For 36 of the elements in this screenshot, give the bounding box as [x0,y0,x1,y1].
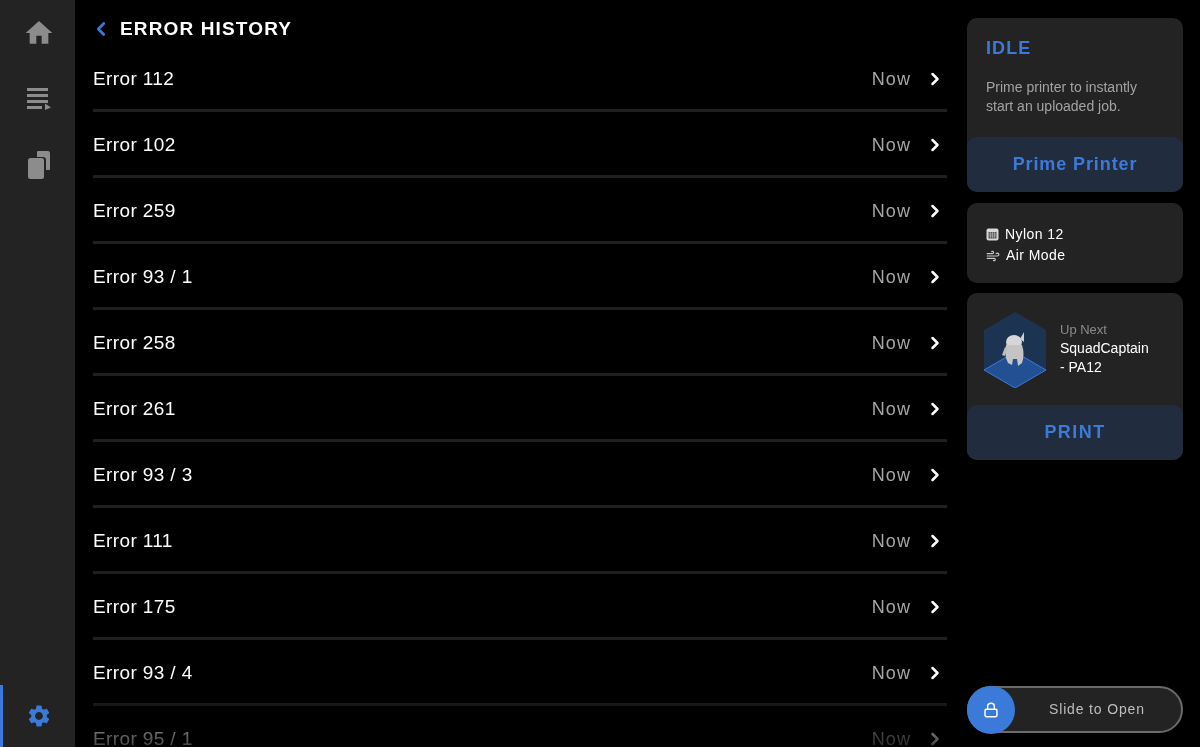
setting-label: Nylon 12 [1005,225,1064,244]
error-title[interactable]: Error 93 / 4 [93,658,193,688]
page-title: ERROR HISTORY [120,16,293,41]
wind-icon [986,248,1000,263]
spool-icon [986,228,999,241]
up-next-caption: Up Next [1060,321,1108,339]
error-title[interactable]: Error 111 [93,526,173,556]
printer-status: IDLE [986,37,1033,59]
error-title[interactable]: Error 175 [93,592,176,622]
slider-label: Slide to Open [1049,700,1145,719]
status-description: Prime printer to instantly start an uploaded job. [986,78,1138,116]
error-time: Now [871,397,911,421]
error-time: Now [871,595,911,619]
settings-icon [26,703,52,729]
error-time: Now [871,265,911,289]
slide-to-open-track[interactable]: Slide to Open [967,686,1183,733]
error-title[interactable]: Error 102 [93,130,176,160]
setting-label: Air Mode [1006,246,1066,265]
error-title[interactable]: Error 259 [93,196,176,226]
error-time: Now [871,199,911,223]
error-title[interactable]: Error 112 [93,64,175,94]
error-time: Now [871,661,911,685]
error-time: Now [871,331,911,355]
error-title[interactable]: Error 93 / 1 [93,262,193,292]
playlist-icon [27,88,51,110]
error-title[interactable]: Error 261 [93,394,176,424]
error-time: Now [871,133,911,157]
error-title[interactable]: Error 93 / 3 [93,460,193,490]
error-time: Now [871,529,911,553]
copies-icon [28,151,50,179]
lock-handle-icon[interactable] [967,685,1015,734]
error-time: Now [871,727,911,747]
error-time: Now [871,67,911,91]
error-time: Now [871,463,911,487]
job-name: SquadCaptain - PA12 [1060,339,1150,377]
error-title[interactable]: Error 258 [93,328,176,358]
